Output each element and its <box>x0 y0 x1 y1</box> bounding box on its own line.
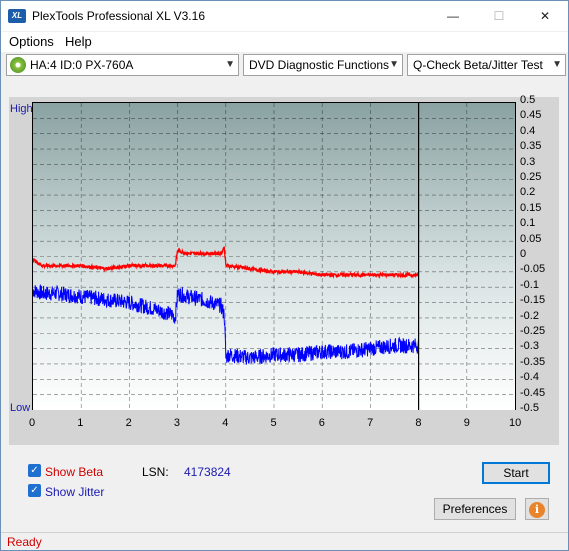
x-tick-label: 7 <box>367 417 374 429</box>
title-bar: XL PlexTools Professional XL V3.16 — ☐ ✕ <box>1 1 568 31</box>
y-tick-label: -0.25 <box>520 325 546 337</box>
y-tick-label: -0.2 <box>520 309 539 322</box>
y-tick-label: -0.45 <box>520 386 546 399</box>
main-window: XL PlexTools Professional XL V3.16 — ☐ ✕… <box>0 0 569 551</box>
y-tick-label: 0.2 <box>520 186 536 199</box>
drive-select-value: HA:4 ID:0 PX-760A <box>30 58 134 72</box>
info-icon: i <box>529 502 545 518</box>
test-select-value: Q-Check Beta/Jitter Test <box>413 58 543 72</box>
y-tick-label: 0.5 <box>520 94 536 106</box>
y-tick-label: 0.15 <box>520 201 542 214</box>
y-tick-label: 0.45 <box>520 109 542 122</box>
y-tick-label: -0.3 <box>520 340 539 353</box>
menu-bar: Options Help <box>1 32 568 52</box>
status-bar: Ready <box>1 532 568 550</box>
close-button[interactable]: ✕ <box>522 1 568 31</box>
show-beta-checkbox[interactable]: ✓ <box>28 464 41 477</box>
disc-icon <box>10 57 26 73</box>
y-tick-label: 0.05 <box>520 232 542 245</box>
y-tick-label: -0.1 <box>520 278 539 291</box>
x-tick-label: 1 <box>77 417 84 429</box>
toolbar: HA:4 ID:0 PX-760A ▼ DVD Diagnostic Funct… <box>1 53 568 79</box>
y-tick-label: 0.35 <box>520 140 542 153</box>
y-tick-label: 0 <box>520 248 527 260</box>
y-tick-label: 0.3 <box>520 155 536 168</box>
label-high: High <box>10 103 33 115</box>
x-tick-label: 2 <box>125 417 132 429</box>
y-tick-label: -0.05 <box>520 263 546 276</box>
info-button[interactable]: i <box>525 498 549 520</box>
x-tick-label: 10 <box>509 417 522 429</box>
chevron-down-icon: ▼ <box>389 59 399 70</box>
status-text: Ready <box>7 535 42 549</box>
y-tick-label: 0.1 <box>520 217 536 230</box>
beta-jitter-chart <box>32 103 515 410</box>
start-button[interactable]: Start <box>482 462 550 484</box>
app-logo-icon: XL <box>8 9 26 23</box>
show-beta-label[interactable]: Show Beta <box>45 465 103 479</box>
chevron-down-icon: ▼ <box>552 59 562 70</box>
y-tick-label: -0.15 <box>520 294 546 307</box>
drive-select[interactable]: HA:4 ID:0 PX-760A ▼ <box>6 54 239 76</box>
label-low: Low <box>10 402 31 414</box>
x-tick-label: 0 <box>29 417 36 429</box>
menu-help[interactable]: Help <box>65 34 92 49</box>
show-jitter-label[interactable]: Show Jitter <box>45 485 104 499</box>
grid-lines <box>33 103 515 410</box>
preferences-button[interactable]: Preferences <box>434 498 516 520</box>
window-title: PlexTools Professional XL V3.16 <box>32 9 205 23</box>
y-tick-label: -0.5 <box>520 402 539 414</box>
y-tick-label: -0.35 <box>520 355 546 368</box>
x-tick-label: 5 <box>270 417 277 429</box>
function-select-value: DVD Diagnostic Functions <box>249 58 390 72</box>
maximize-button[interactable]: ☐ <box>476 1 522 31</box>
x-tick-label: 9 <box>463 417 470 429</box>
x-tick-label: 3 <box>173 417 181 429</box>
x-tick-label: 4 <box>222 417 229 429</box>
show-jitter-checkbox[interactable]: ✓ <box>28 484 41 497</box>
function-select[interactable]: DVD Diagnostic Functions ▼ <box>243 54 403 76</box>
series-line-jitter <box>32 283 420 365</box>
chevron-down-icon: ▼ <box>225 59 235 70</box>
y-tick-label: 0.25 <box>520 171 542 183</box>
y-tick-label: -0.4 <box>520 371 539 384</box>
y-tick-label: 0.4 <box>520 124 536 137</box>
minimize-button[interactable]: — <box>430 1 476 31</box>
lsn-value: 4173824 <box>184 465 231 479</box>
graph-plot-area <box>32 102 516 410</box>
test-select[interactable]: Q-Check Beta/Jitter Test ▼ <box>407 54 566 76</box>
lsn-label: LSN: <box>142 465 169 479</box>
menu-options[interactable]: Options <box>9 34 54 49</box>
x-tick-label: 6 <box>318 417 325 429</box>
x-tick-label: 8 <box>415 417 422 429</box>
